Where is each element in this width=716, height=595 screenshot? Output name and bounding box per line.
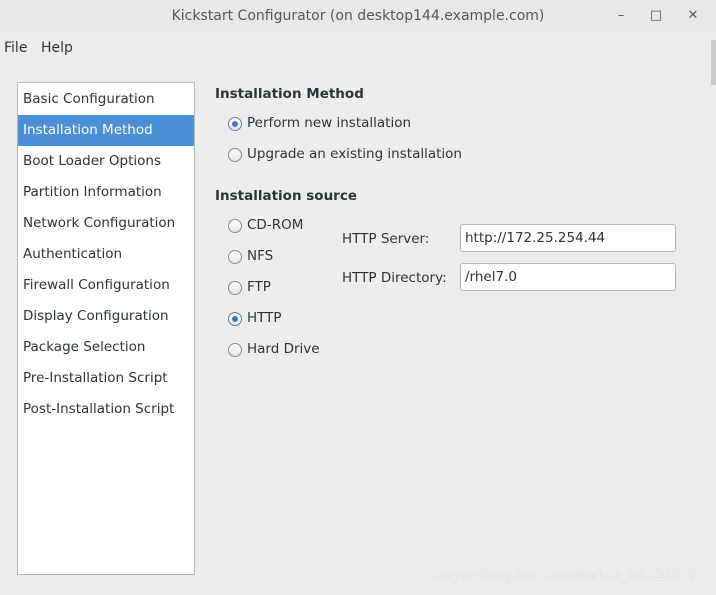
radio-unchecked-icon bbox=[228, 148, 242, 162]
radio-unchecked-icon bbox=[228, 343, 242, 357]
sidebar-item-partition-information[interactable]: Partition Information bbox=[18, 177, 194, 208]
sidebar-item-firewall-configuration[interactable]: Firewall Configuration bbox=[18, 270, 194, 301]
http-server-label: HTTP Server: bbox=[342, 231, 430, 247]
menu-help[interactable]: Help bbox=[41, 40, 73, 56]
sidebar-item-package-selection[interactable]: Package Selection bbox=[18, 332, 194, 363]
sidebar-item-network-configuration[interactable]: Network Configuration bbox=[18, 208, 194, 239]
sidebar-item-pre-installation-script[interactable]: Pre-Installation Script bbox=[18, 363, 194, 394]
sidebar-item-boot-loader-options[interactable]: Boot Loader Options bbox=[18, 146, 194, 177]
sidebar-item-display-configuration[interactable]: Display Configuration bbox=[18, 301, 194, 332]
watermark: https://blog.csdn.net/weixin_44320876 bbox=[434, 568, 698, 584]
category-list: Basic Configuration Installation Method … bbox=[17, 82, 195, 575]
installation-method-heading: Installation Method bbox=[215, 86, 364, 102]
radio-checked-icon bbox=[228, 117, 242, 131]
menu-bar: File Help bbox=[0, 36, 716, 62]
maximize-icon[interactable]: □ bbox=[645, 5, 667, 27]
radio-unchecked-icon bbox=[228, 219, 242, 233]
title-bar[interactable]: Kickstart Configurator (on desktop144.ex… bbox=[0, 0, 716, 33]
http-server-input[interactable] bbox=[460, 224, 676, 252]
installation-source-heading: Installation source bbox=[215, 188, 358, 204]
http-directory-label: HTTP Directory: bbox=[342, 270, 447, 286]
radio-unchecked-icon bbox=[228, 281, 242, 295]
sidebar-item-post-installation-script[interactable]: Post-Installation Script bbox=[18, 394, 194, 425]
http-directory-input[interactable] bbox=[460, 263, 676, 291]
window-title: Kickstart Configurator (on desktop144.ex… bbox=[171, 8, 545, 24]
radio-unchecked-icon bbox=[228, 250, 242, 264]
minimize-icon[interactable]: – bbox=[610, 5, 632, 27]
radio-checked-icon bbox=[228, 312, 242, 326]
sidebar-item-basic-configuration[interactable]: Basic Configuration bbox=[18, 84, 194, 115]
sidebar-item-authentication[interactable]: Authentication bbox=[18, 239, 194, 270]
close-icon[interactable]: ✕ bbox=[682, 5, 704, 27]
menu-file[interactable]: File bbox=[4, 40, 27, 56]
sidebar-item-installation-method[interactable]: Installation Method bbox=[18, 115, 194, 146]
